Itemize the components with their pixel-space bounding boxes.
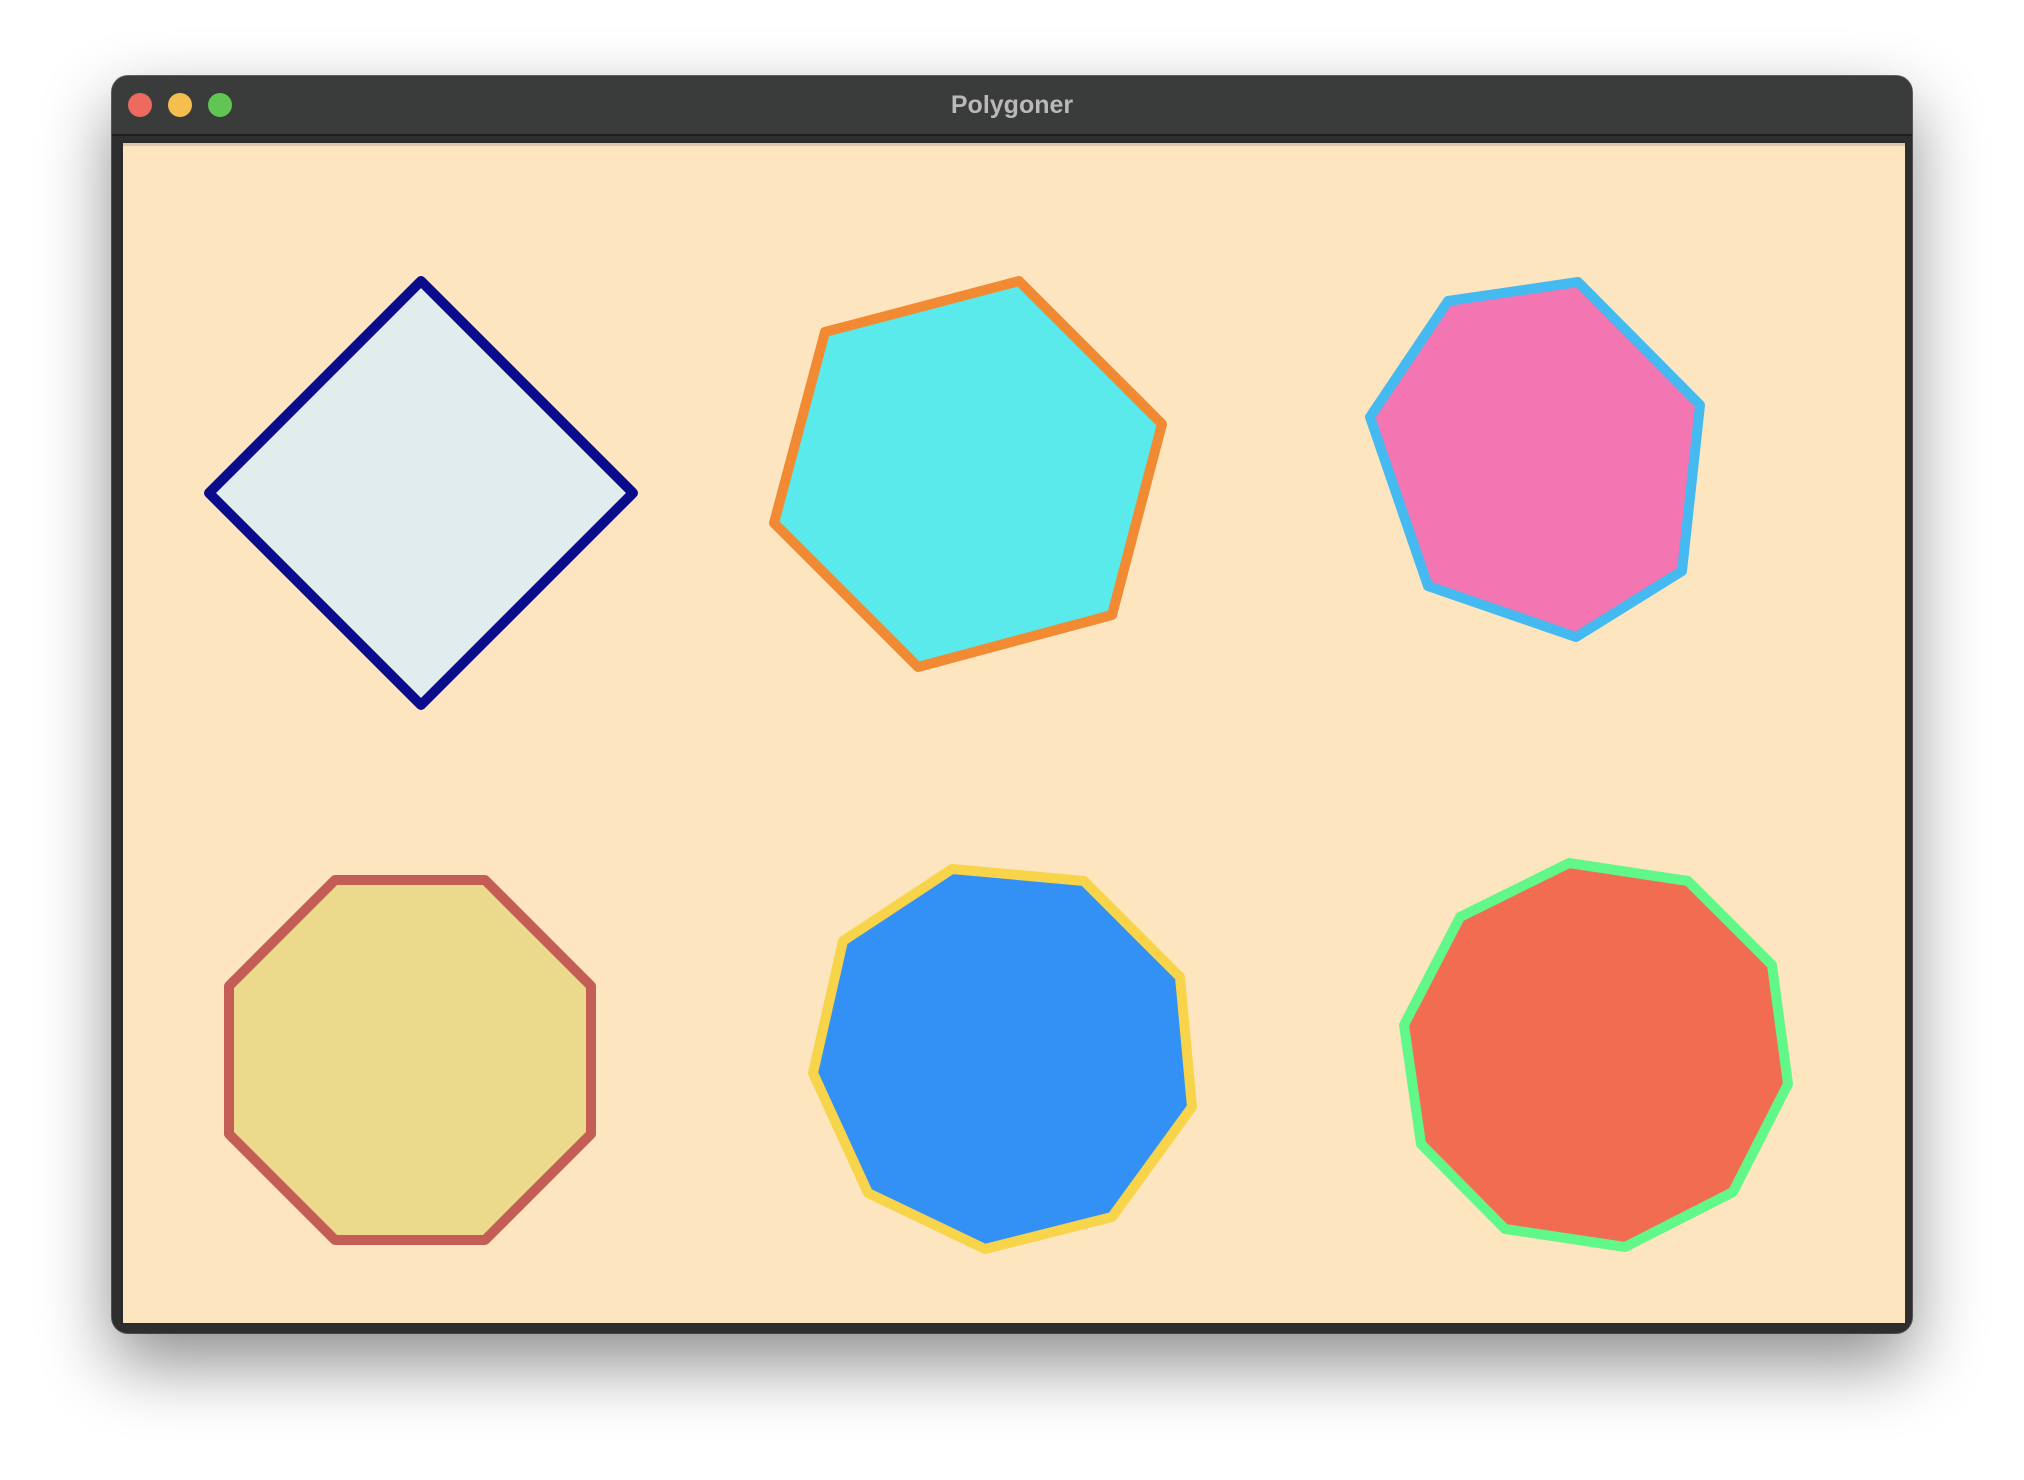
nonagon-polygon[interactable] [808,864,1197,1254]
octagon-polygon[interactable] [224,875,596,1245]
hexagon-polygon[interactable] [769,276,1167,672]
heptagon-polygon[interactable] [1365,277,1705,642]
drawing-canvas[interactable] [123,143,1905,1323]
decagon-polygon[interactable] [1399,858,1793,1252]
polygon-canvas-svg [204,276,1793,1254]
window-title: Polygoner [950,91,1074,119]
title-bar[interactable]: Polygoner [112,76,1912,136]
square-polygon[interactable] [204,276,638,710]
